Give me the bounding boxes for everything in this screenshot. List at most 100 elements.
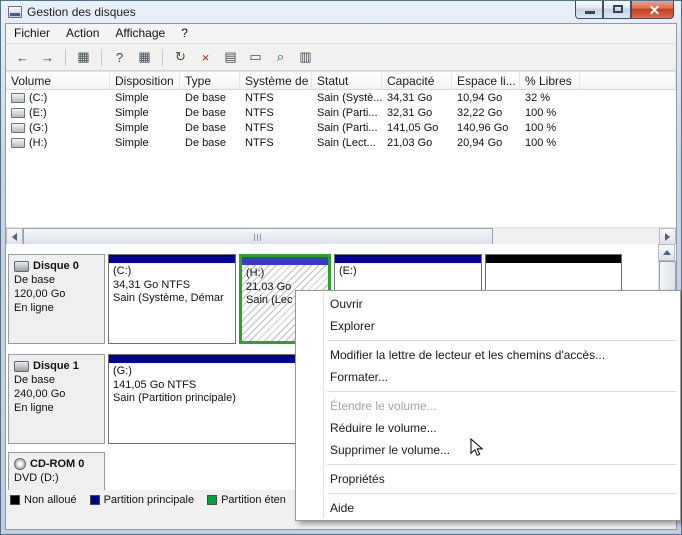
cell-pct-libres: 32 %	[525, 91, 551, 104]
volume-name: (C:)	[29, 91, 48, 104]
back-icon[interactable]: ←	[11, 47, 34, 68]
cell-disposition: Simple	[115, 136, 149, 149]
legend-unallocated: Non alloué	[10, 494, 77, 506]
scroll-left-button[interactable]	[6, 228, 23, 245]
column-header-filesystem[interactable]: Système de ...	[240, 72, 312, 90]
menu-item-shrink-volume[interactable]: Réduire le volume...	[296, 417, 680, 439]
menu-affichage[interactable]: Affichage	[107, 24, 173, 43]
volume-name: (E:)	[29, 106, 47, 119]
show-console-tree-icon[interactable]: ▦	[72, 47, 95, 68]
cell-capacite: 32,31 Go	[387, 106, 433, 119]
cdrom-icon	[14, 458, 26, 470]
menu-action[interactable]: Action	[58, 24, 107, 43]
cell-disposition: Simple	[115, 106, 149, 119]
table-row[interactable]: (E:) Simple De base NTFS Sain (Parti... …	[6, 105, 676, 120]
disk-status: En ligne	[14, 302, 54, 314]
cell-disposition: Simple	[115, 91, 149, 104]
help-icon[interactable]: ?	[108, 47, 131, 68]
cell-statut: Sain (Lect...	[317, 136, 376, 149]
search-icon[interactable]: ⌕	[269, 47, 292, 68]
menu-item-change-drive-letter[interactable]: Modifier la lettre de lecteur et les che…	[296, 344, 680, 366]
menu-item-help[interactable]: Aide	[296, 497, 680, 519]
legend-swatch-extended	[207, 495, 218, 505]
table-row[interactable]: (G:) Simple De base NTFS Sain (Parti... …	[6, 120, 676, 135]
disk-header-disque-0[interactable]: Disque 0 De base 120,00 Go En ligne	[8, 254, 105, 344]
column-header-type[interactable]: Type	[180, 72, 240, 90]
maximize-icon	[613, 5, 623, 13]
disk-view-icon[interactable]: ▥	[294, 47, 317, 68]
column-header-filler	[580, 72, 676, 90]
cell-statut: Sain (Systè...	[317, 91, 382, 104]
toolbar-separator	[101, 48, 102, 66]
legend-label: Non alloué	[24, 494, 77, 506]
horizontal-scrollbar-thumb[interactable]	[23, 228, 493, 245]
cell-type: De base	[185, 136, 226, 149]
window-title: Gestion des disques	[27, 5, 136, 19]
cell-type: De base	[185, 91, 226, 104]
cell-espace-libre: 32,22 Go	[457, 106, 503, 119]
volume-icon	[11, 92, 25, 103]
show-action-pane-icon[interactable]: ▦	[133, 47, 156, 68]
column-header-espace-libre[interactable]: Espace li...	[452, 72, 520, 90]
menu-item-properties[interactable]: Propriétés	[296, 468, 680, 490]
scroll-left-icon	[12, 232, 17, 241]
disk-size: 120,00 Go	[14, 288, 66, 300]
scroll-right-button[interactable]	[659, 228, 676, 245]
disk-name: CD-ROM 0	[30, 458, 85, 470]
cell-type: De base	[185, 106, 226, 119]
cell-pct-libres: 100 %	[525, 106, 557, 119]
disk-management-app-icon	[8, 6, 22, 18]
table-row[interactable]: (H:) Simple De base NTFS Sain (Lect... 2…	[6, 135, 676, 150]
disk-header-disque-1[interactable]: Disque 1 De base 240,00 Go En ligne	[8, 354, 105, 444]
menu-item-delete-volume[interactable]: Supprimer le volume...	[296, 439, 680, 461]
column-header-pct-libres[interactable]: % Libres	[520, 72, 580, 90]
menu-item-open[interactable]: Ouvrir	[296, 293, 680, 315]
menu-item-extend-volume: Étendre le volume...	[330, 399, 437, 413]
column-header-capacite[interactable]: Capacité	[382, 72, 452, 90]
column-header-statut[interactable]: Statut	[312, 72, 382, 90]
menu-item-format[interactable]: Formater...	[296, 366, 680, 388]
cell-capacite: 21,03 Go	[387, 136, 433, 149]
menu-separator	[327, 340, 677, 341]
disk-type: DVD (D:)	[14, 472, 59, 484]
properties-icon[interactable]: ▤	[219, 47, 242, 68]
maximize-button[interactable]	[603, 1, 631, 19]
menubar: Fichier Action Affichage ?	[6, 24, 676, 44]
refresh-icon[interactable]: ↻	[169, 47, 192, 68]
scroll-up-button[interactable]	[658, 244, 675, 261]
legend-label: Partition principale	[103, 494, 195, 506]
horizontal-scrollbar[interactable]	[6, 227, 676, 245]
volume-list-header: Volume Disposition Type Système de ... S…	[6, 72, 676, 90]
mouse-cursor	[470, 437, 485, 463]
minimize-button[interactable]	[575, 1, 603, 19]
menu-help[interactable]: ?	[173, 24, 196, 43]
partition-label: (E:)	[339, 265, 357, 277]
volume-list: Volume Disposition Type Système de ... S…	[6, 71, 676, 227]
hdd-icon	[14, 260, 29, 272]
disk-size: 240,00 Go	[14, 388, 66, 400]
close-button[interactable]	[631, 1, 674, 19]
partition-label: (H:)	[246, 267, 265, 279]
legend-swatch-primary	[89, 495, 100, 505]
volume-icon	[11, 107, 25, 118]
partition-c[interactable]: (C:) 34,31 Go NTFS Sain (Système, Démar	[108, 254, 236, 344]
context-menu: Ouvrir Explorer Modifier la lettre de le…	[295, 290, 681, 521]
primary-partition-band	[109, 255, 235, 263]
cell-espace-libre: 140,96 Go	[457, 121, 509, 134]
disk-status: En ligne	[14, 402, 54, 414]
open-folder-icon[interactable]: ▭	[244, 47, 267, 68]
disk-name: Disque 1	[33, 360, 79, 372]
menu-item-explore[interactable]: Explorer	[296, 315, 680, 337]
cell-disposition: Simple	[115, 121, 149, 134]
forward-icon[interactable]: →	[36, 47, 59, 68]
menu-separator	[327, 493, 677, 494]
column-header-disposition[interactable]: Disposition	[110, 72, 180, 90]
menu-separator	[327, 391, 677, 392]
table-row[interactable]: (C:) Simple De base NTFS Sain (Systè... …	[6, 90, 676, 105]
partition-status: Sain (Système, Démar	[113, 292, 224, 304]
delete-icon[interactable]: ×	[194, 47, 217, 68]
cell-pct-libres: 100 %	[525, 136, 557, 149]
menu-fichier[interactable]: Fichier	[6, 24, 58, 43]
column-header-volume[interactable]: Volume	[6, 72, 110, 90]
disk-header-cdrom-0[interactable]: CD-ROM 0 DVD (D:)	[8, 452, 105, 490]
